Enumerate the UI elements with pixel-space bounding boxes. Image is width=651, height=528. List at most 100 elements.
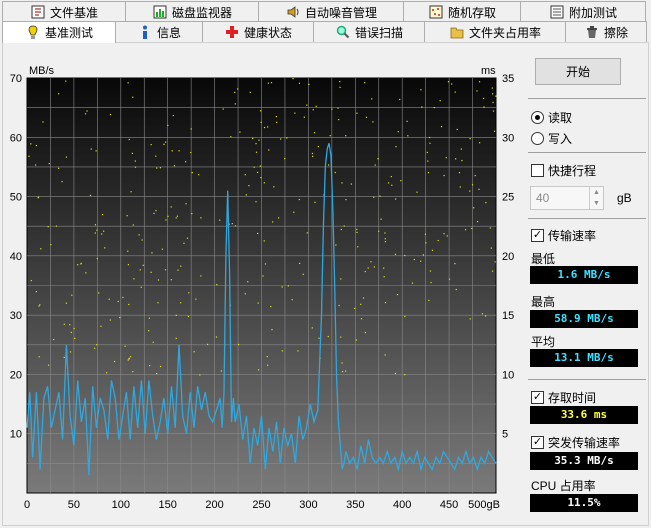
access-time-point bbox=[413, 258, 415, 261]
checkmark-icon[interactable]: ✓ bbox=[531, 391, 544, 404]
short-stroke-checkbox[interactable]: 快捷行程 bbox=[531, 162, 596, 179]
tab-benchmark[interactable]: 基准测试 bbox=[2, 21, 116, 43]
x-tick-label: 500gB bbox=[468, 499, 500, 511]
access-time-point bbox=[422, 254, 424, 256]
benchmark-icon bbox=[25, 25, 41, 41]
access-time-point bbox=[313, 132, 316, 134]
access-time-point bbox=[128, 138, 130, 141]
access-time-checkbox[interactable]: ✓ 存取时间 bbox=[531, 389, 596, 406]
write-radio-dot[interactable] bbox=[531, 132, 544, 145]
access-time-point bbox=[128, 303, 130, 306]
spin-up-icon[interactable]: ▲ bbox=[590, 187, 603, 198]
short-stroke-box[interactable] bbox=[531, 164, 544, 177]
access-time-point bbox=[239, 131, 241, 133]
read-radio[interactable]: 读取 bbox=[531, 109, 572, 126]
transfer-rate-checkbox[interactable]: ✓ 传输速率 bbox=[531, 227, 596, 244]
y-right-unit-label: ms bbox=[481, 65, 496, 77]
short-stroke-unit: gB bbox=[617, 191, 632, 205]
access-time-point bbox=[271, 328, 273, 331]
tab-erase[interactable]: 擦除 bbox=[565, 21, 647, 42]
tab-extra-tests[interactable]: 附加测试 bbox=[520, 1, 646, 22]
access-time-point bbox=[354, 307, 356, 309]
access-time-point bbox=[492, 101, 494, 104]
access-time-point bbox=[447, 81, 450, 83]
access-time-point bbox=[373, 266, 375, 268]
tab-disk-monitor[interactable]: 磁盘监视器 bbox=[125, 1, 259, 22]
access-time-point bbox=[425, 242, 427, 244]
access-time-point bbox=[109, 113, 112, 116]
access-time-point bbox=[485, 202, 487, 204]
access-time-point bbox=[273, 186, 275, 188]
access-time-point bbox=[103, 230, 105, 232]
tab-folder-usage[interactable]: 文件夹占用率 bbox=[424, 21, 566, 42]
access-time-point bbox=[292, 78, 294, 80]
access-time-point bbox=[492, 93, 494, 95]
tab-info[interactable]: 信息 bbox=[115, 21, 203, 42]
access-time-point bbox=[404, 374, 406, 376]
access-time-point bbox=[128, 358, 130, 360]
access-time-point bbox=[230, 136, 232, 138]
access-time-point bbox=[421, 106, 423, 108]
access-time-point bbox=[178, 150, 180, 152]
access-time-point bbox=[133, 278, 135, 280]
access-time-point bbox=[73, 327, 75, 330]
read-radio-dot[interactable] bbox=[531, 111, 544, 124]
short-stroke-input[interactable]: 40 ▲ ▼ bbox=[530, 186, 604, 210]
access-time-point bbox=[257, 369, 260, 371]
y-left-tick-label: 30 bbox=[10, 310, 22, 322]
access-time-point bbox=[126, 215, 128, 217]
access-time-point bbox=[471, 227, 473, 230]
access-time-point bbox=[339, 86, 341, 88]
start-button[interactable]: 开始 bbox=[535, 58, 621, 85]
benchmark-chart: 0 50 100 150 200 250 300 350 400 450 500gB 70 60 50 40… bbox=[10, 65, 515, 511]
access-time-point bbox=[150, 271, 152, 273]
access-time-point bbox=[258, 139, 260, 141]
access-time-point bbox=[339, 80, 341, 83]
access-time-point bbox=[293, 211, 295, 213]
access-time-point bbox=[491, 87, 493, 89]
access-time-point bbox=[152, 341, 154, 343]
access-time-point bbox=[164, 141, 167, 143]
spin-arrows[interactable]: ▲ ▼ bbox=[589, 187, 603, 209]
access-time-point bbox=[471, 184, 474, 186]
tab-file-benchmark[interactable]: 文件基准 bbox=[2, 1, 126, 22]
access-time-point bbox=[200, 217, 202, 219]
access-time-point bbox=[429, 270, 432, 272]
min-value: 1.6 MB/s bbox=[530, 266, 638, 284]
access-time-point bbox=[175, 337, 177, 339]
tab-aam[interactable]: 自动噪音管理 bbox=[258, 1, 404, 22]
burst-rate-checkbox[interactable]: ✓ 突发传输速率 bbox=[531, 434, 620, 451]
access-time-point bbox=[90, 148, 92, 150]
access-time-point bbox=[163, 143, 165, 145]
access-time-point bbox=[429, 136, 431, 139]
x-tick-label: 450 bbox=[440, 499, 458, 511]
access-time-point bbox=[180, 265, 182, 267]
spin-down-icon[interactable]: ▼ bbox=[590, 198, 603, 209]
access-time-point bbox=[234, 225, 237, 227]
access-time-point bbox=[37, 197, 39, 199]
access-time-point bbox=[263, 126, 266, 129]
cpu-value: 11.5% bbox=[530, 494, 638, 512]
access-time-point bbox=[257, 302, 259, 304]
access-time-point bbox=[340, 228, 342, 231]
access-time-point bbox=[491, 270, 494, 272]
access-time-point bbox=[147, 330, 150, 332]
access-time-point bbox=[350, 183, 352, 185]
write-radio[interactable]: 写入 bbox=[531, 130, 572, 147]
checkmark-icon[interactable]: ✓ bbox=[531, 436, 544, 449]
checkmark-icon[interactable]: ✓ bbox=[531, 229, 544, 242]
x-tick-label: 350 bbox=[346, 499, 364, 511]
access-time-point bbox=[30, 143, 32, 145]
tab-random-access[interactable]: 随机存取 bbox=[403, 1, 521, 22]
access-time-point bbox=[159, 167, 162, 169]
access-time-point bbox=[124, 345, 126, 347]
access-time-point bbox=[186, 237, 189, 239]
tab-error-scan[interactable]: 错误扫描 bbox=[313, 21, 425, 42]
access-time-point bbox=[479, 142, 481, 144]
access-time-point bbox=[247, 281, 249, 283]
access-time-point bbox=[492, 110, 495, 112]
tab-health[interactable]: 健康状态 bbox=[202, 21, 314, 42]
access-time-point bbox=[220, 370, 222, 372]
access-time-point bbox=[420, 260, 422, 262]
access-time-point bbox=[429, 142, 431, 144]
